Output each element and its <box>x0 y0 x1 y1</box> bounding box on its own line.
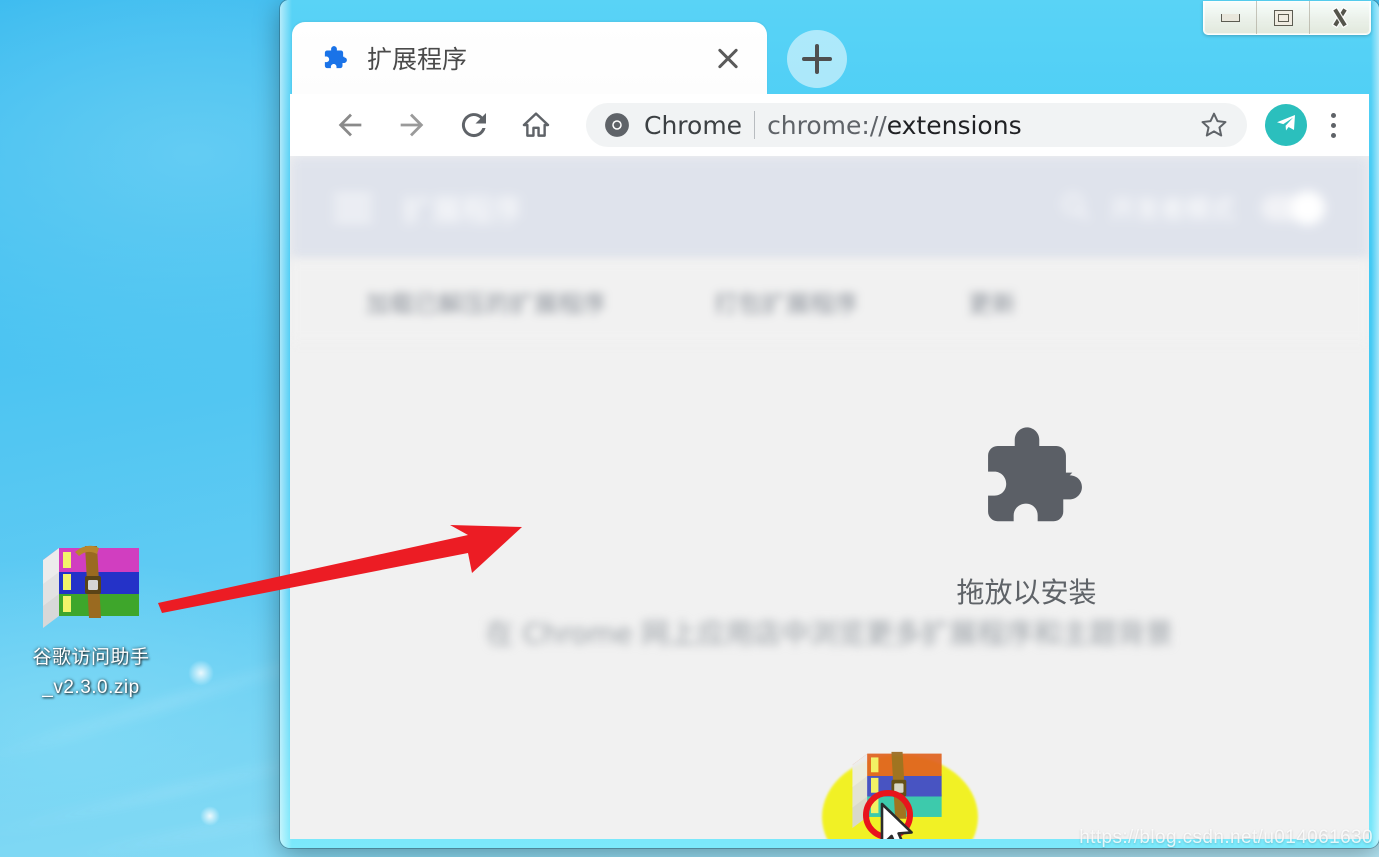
reload-icon[interactable] <box>448 99 500 151</box>
search-icon[interactable] <box>1058 189 1092 228</box>
menu-dot <box>1330 122 1336 128</box>
red-circle-marker <box>863 790 913 839</box>
close-icon[interactable] <box>705 35 751 81</box>
arrow-cursor <box>879 802 919 839</box>
update-button[interactable]: 更新 <box>968 284 1016 319</box>
drag-highlight <box>822 755 978 839</box>
chrome-logo-icon <box>604 112 630 138</box>
forward-icon[interactable] <box>386 99 438 151</box>
extensions-action-bar: 加载已解压的扩展程序 打包扩展程序 更新 <box>290 260 1369 342</box>
menu-dot <box>1330 112 1336 118</box>
extensions-page-header: 扩展程序 开发者模式 <box>290 156 1369 260</box>
developer-mode-toggle[interactable] <box>1261 191 1325 225</box>
drop-to-install-caption: 拖放以安装 <box>956 576 1097 609</box>
pack-extension-button[interactable]: 打包扩展程序 <box>714 284 858 319</box>
hamburger-line <box>334 206 372 210</box>
watermark: https://blog.csdn.net/u014061630 <box>1079 827 1373 848</box>
puzzle-piece-icon <box>319 43 349 73</box>
tab-strip: 扩展程序 <box>290 22 1369 94</box>
hamburger-menu-icon[interactable] <box>334 195 372 221</box>
hamburger-line <box>334 195 372 199</box>
extensions-drop-area[interactable]: 拖放以安装 在 Chrome 网上应用店中浏览更多扩展程序和主题背景 <box>290 342 1369 839</box>
screen: 谷歌访问助手 _v2.3.0.zip 扩展程序 Chrome chrome://… <box>0 0 1379 857</box>
omnibox-origin: Chrome <box>644 110 743 140</box>
address-bar[interactable]: Chrome chrome://extensions <box>586 103 1247 147</box>
back-icon[interactable] <box>324 99 376 151</box>
drag-source-slot <box>523 414 743 611</box>
dropzone-cluster: 拖放以安装 <box>290 414 1369 611</box>
window-frame-highlight <box>1371 0 1379 848</box>
webstore-hint[interactable]: 在 Chrome 网上应用店中浏览更多扩展程序和主题背景 <box>290 612 1369 652</box>
tab-title: 扩展程序 <box>367 45 468 74</box>
wallpaper-glow <box>188 660 214 686</box>
puzzle-piece-icon <box>963 427 1091 546</box>
omnibox-url: chrome://extensions <box>767 111 1193 140</box>
profile-avatar[interactable] <box>1265 104 1307 146</box>
page-title: 扩展程序 <box>402 194 522 229</box>
developer-mode-label: 开发者模式 <box>1109 195 1235 224</box>
extensions-page: 扩展程序 开发者模式 加载已解压的扩展程序 打包扩展程序 更新 拖放以安装 在 … <box>290 156 1369 839</box>
omnibox-separator <box>754 111 756 139</box>
omnibox-url-scheme: chrome:// <box>767 110 887 140</box>
wallpaper-glow <box>200 806 220 826</box>
drop-to-install-slot[interactable]: 拖放以安装 <box>917 414 1137 611</box>
hamburger-line <box>334 217 372 221</box>
home-icon[interactable] <box>510 99 562 151</box>
load-unpacked-button[interactable]: 加载已解压的扩展程序 <box>366 284 606 319</box>
minimize-icon <box>1220 13 1240 22</box>
tab-extensions[interactable]: 扩展程序 <box>292 22 767 94</box>
bookmark-star-icon[interactable] <box>1193 104 1235 146</box>
desktop-file-label-line1: 谷歌访问助手 <box>32 647 150 668</box>
omnibox-url-path: extensions <box>886 110 1022 140</box>
rar-archive-icon <box>35 542 147 635</box>
paper-plane-icon <box>1274 111 1298 140</box>
chrome-browser-window: 扩展程序 Chrome chrome://extensions 扩展程序 开发者… <box>280 0 1379 848</box>
browser-toolbar: Chrome chrome://extensions <box>290 94 1369 156</box>
menu-dot <box>1330 132 1336 138</box>
browser-menu-icon[interactable] <box>1313 99 1353 151</box>
desktop-file-label-line2: _v2.3.0.zip <box>42 677 140 698</box>
desktop-file-icon[interactable]: 谷歌访问助手 _v2.3.0.zip <box>6 542 176 703</box>
drag-ghost: 谷歌访 _v2.3.0.zip 移动 <box>807 740 1007 839</box>
new-tab-button[interactable] <box>787 30 847 88</box>
desktop-file-label: 谷歌访问助手 _v2.3.0.zip <box>6 643 176 703</box>
rar-archive-icon <box>845 748 949 835</box>
